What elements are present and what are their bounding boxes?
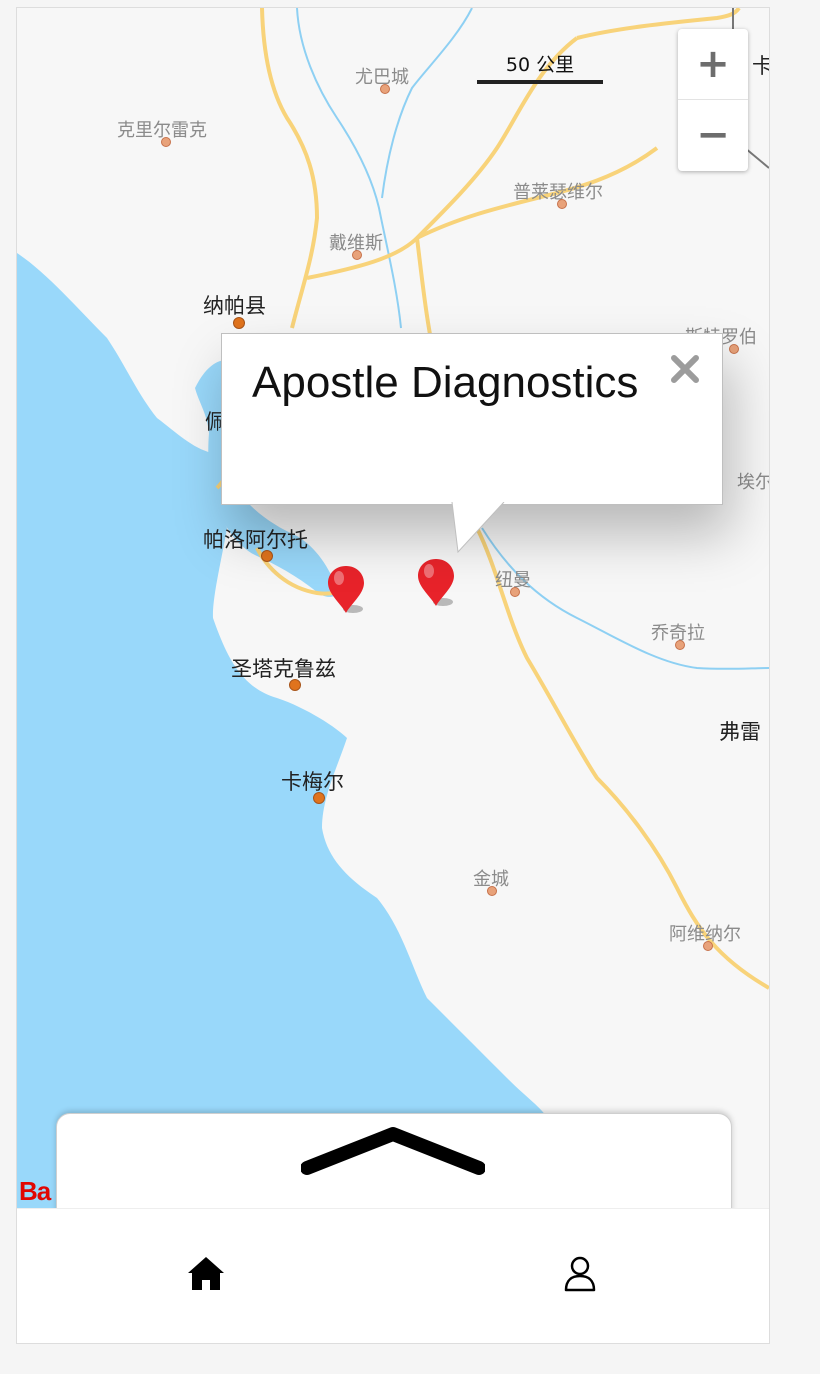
info-window: Apostle Diagnostics — [221, 333, 723, 554]
info-window-pointer — [451, 502, 505, 554]
user-icon — [564, 1256, 596, 1292]
zoom-out-button[interactable]: − — [678, 100, 748, 170]
home-icon — [188, 1257, 224, 1290]
scale-bar — [477, 80, 603, 84]
place-label: 帕洛阿尔托 — [203, 528, 308, 552]
place-label: 埃尔 — [737, 472, 769, 493]
zoom-control: + − — [678, 29, 748, 171]
place-dot — [161, 137, 171, 147]
place-label: 卡梅尔 — [281, 770, 344, 794]
place-dot — [261, 550, 273, 562]
bottom-drawer — [56, 1113, 732, 1208]
river — [381, 8, 473, 199]
place-label: 纳帕县 — [203, 294, 266, 318]
map-pin-icon[interactable] — [325, 563, 367, 615]
map-pin-icon[interactable] — [415, 556, 457, 608]
map-scale: 50 公里 — [475, 50, 605, 90]
place-dot — [313, 792, 325, 804]
place-dot — [352, 250, 362, 260]
tab-bar — [17, 1208, 769, 1343]
place-dot — [675, 640, 685, 650]
place-dot — [487, 886, 497, 896]
tab-profile[interactable] — [555, 1249, 605, 1299]
place-dot — [703, 941, 713, 951]
scale-label: 50 公里 — [505, 54, 575, 76]
place-dot — [380, 84, 390, 94]
place-dot — [729, 344, 739, 354]
map-canvas[interactable]: 尤巴城 克里尔雷克 普莱瑟维尔 戴维斯 纳帕县 斯特罗伯 埃尔 佩 帕洛阿尔托 … — [17, 8, 769, 1208]
chevron-up-icon[interactable] — [301, 1126, 485, 1178]
place-dot — [557, 199, 567, 209]
highway — [475, 527, 769, 990]
place-label: 卡 — [752, 50, 769, 80]
tab-home[interactable] — [181, 1249, 231, 1299]
place-dot — [510, 587, 520, 597]
place-label: 弗雷 — [719, 720, 761, 744]
close-icon[interactable] — [668, 352, 702, 386]
place-label: 圣塔克鲁兹 — [231, 657, 336, 681]
place-dot — [233, 317, 245, 329]
map-base-layer — [17, 8, 769, 1208]
info-window-title: Apostle Diagnostics — [252, 358, 639, 407]
baidu-logo: Ba — [19, 1176, 51, 1206]
river — [481, 527, 769, 670]
highway — [260, 8, 320, 329]
zoom-in-button[interactable]: + — [678, 29, 748, 100]
place-dot — [289, 679, 301, 691]
app-frame: 尤巴城 克里尔雷克 普莱瑟维尔 戴维斯 纳帕县 斯特罗伯 埃尔 佩 帕洛阿尔托 … — [16, 7, 770, 1344]
